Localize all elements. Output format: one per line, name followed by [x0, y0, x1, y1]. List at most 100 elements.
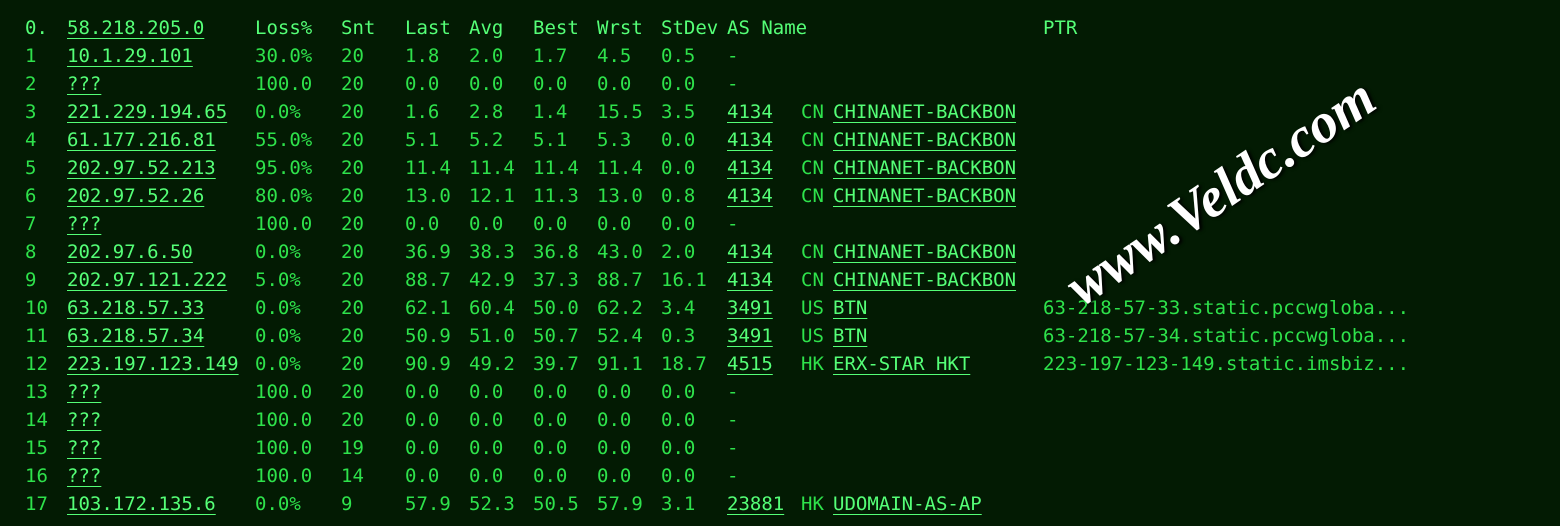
- cell-ptr: 223-197-123-149.static.imsbiz...: [1043, 350, 1535, 378]
- cell-loss: 5.0%: [255, 266, 341, 294]
- cell-host[interactable]: ???: [67, 462, 255, 490]
- cell-host[interactable]: ???: [67, 70, 255, 98]
- cell-host[interactable]: ???: [67, 378, 255, 406]
- cell-snt: 20: [341, 238, 405, 266]
- cell-asname[interactable]: CHINANET-BACKBON: [833, 98, 1043, 126]
- cell-best: 50.5: [533, 490, 597, 518]
- target-host[interactable]: 58.218.205.0: [67, 14, 255, 42]
- cell-host[interactable]: 63.218.57.33: [67, 294, 255, 322]
- cell-asname[interactable]: CHINANET-BACKBON: [833, 126, 1043, 154]
- cell-asnum[interactable]: 4134: [727, 98, 801, 126]
- cell-host[interactable]: 202.97.6.50: [67, 238, 255, 266]
- cell-ptr: [1043, 490, 1535, 518]
- cell-wrst: 5.3: [597, 126, 661, 154]
- cell-loss: 0.0%: [255, 98, 341, 126]
- cell-wrst: 4.5: [597, 42, 661, 70]
- cell-host[interactable]: 103.172.135.6: [67, 490, 255, 518]
- cell-hop: 7: [25, 210, 67, 238]
- cell-asnum[interactable]: 3491: [727, 322, 801, 350]
- cell-hop: 1: [25, 42, 67, 70]
- cell-cc: US: [801, 322, 833, 350]
- cell-best: 39.7: [533, 350, 597, 378]
- cell-asname[interactable]: CHINANET-BACKBON: [833, 182, 1043, 210]
- cell-asnum[interactable]: 4134: [727, 154, 801, 182]
- cell-hop: 3: [25, 98, 67, 126]
- cell-snt: 20: [341, 42, 405, 70]
- cell-host[interactable]: ???: [67, 406, 255, 434]
- hop-row: 3221.229.194.650.0%201.62.81.415.53.5413…: [25, 98, 1535, 126]
- cell-asnum[interactable]: 4134: [727, 126, 801, 154]
- cell-best: 11.3: [533, 182, 597, 210]
- cell-cc: US: [801, 294, 833, 322]
- cell-asname[interactable]: BTN: [833, 322, 1043, 350]
- cell-best: 1.4: [533, 98, 597, 126]
- cell-wrst: 11.4: [597, 154, 661, 182]
- hop-row: 8202.97.6.500.0%2036.938.336.843.02.0413…: [25, 238, 1535, 266]
- cell-host[interactable]: 202.97.121.222: [67, 266, 255, 294]
- cell-host[interactable]: 223.197.123.149: [67, 350, 255, 378]
- cell-asnum[interactable]: 4134: [727, 182, 801, 210]
- cell-last: 57.9: [405, 490, 469, 518]
- cell-loss: 100.0: [255, 70, 341, 98]
- cell-asname[interactable]: CHINANET-BACKBON: [833, 238, 1043, 266]
- cell-host[interactable]: ???: [67, 210, 255, 238]
- hop-row: 7???100.0200.00.00.00.00.0-: [25, 210, 1535, 238]
- cell-asname[interactable]: BTN: [833, 294, 1043, 322]
- cell-asname: -: [727, 462, 1043, 490]
- cell-hop: 17: [25, 490, 67, 518]
- cell-stdev: 0.0: [661, 126, 727, 154]
- hop-row: 17103.172.135.60.0%957.952.350.557.93.12…: [25, 490, 1535, 518]
- cell-wrst: 0.0: [597, 378, 661, 406]
- cell-avg: 0.0: [469, 378, 533, 406]
- cell-hop: 2: [25, 70, 67, 98]
- cell-host[interactable]: 202.97.52.213: [67, 154, 255, 182]
- cell-best: 0.0: [533, 70, 597, 98]
- hop-row: 1063.218.57.330.0%2062.160.450.062.23.43…: [25, 294, 1535, 322]
- cell-asnum[interactable]: 4134: [727, 266, 801, 294]
- cell-wrst: 57.9: [597, 490, 661, 518]
- cell-asname: -: [727, 406, 1043, 434]
- cell-ptr: [1043, 210, 1535, 238]
- cell-asname[interactable]: CHINANET-BACKBON: [833, 154, 1043, 182]
- cell-avg: 0.0: [469, 406, 533, 434]
- cell-avg: 0.0: [469, 210, 533, 238]
- hop-row: 13???100.0200.00.00.00.00.0-: [25, 378, 1535, 406]
- cell-stdev: 0.0: [661, 462, 727, 490]
- cell-asname[interactable]: CHINANET-BACKBON: [833, 266, 1043, 294]
- cell-asname: -: [727, 210, 1043, 238]
- cell-asname: -: [727, 434, 1043, 462]
- cell-host[interactable]: 10.1.29.101: [67, 42, 255, 70]
- cell-asnum[interactable]: 4134: [727, 238, 801, 266]
- cell-host[interactable]: 221.229.194.65: [67, 98, 255, 126]
- cell-asname[interactable]: UDOMAIN-AS-AP: [833, 490, 1043, 518]
- cell-hop: 15: [25, 434, 67, 462]
- cell-asname: -: [727, 378, 1043, 406]
- cell-host[interactable]: 202.97.52.26: [67, 182, 255, 210]
- cell-wrst: 43.0: [597, 238, 661, 266]
- cell-last: 62.1: [405, 294, 469, 322]
- cell-ptr: [1043, 182, 1535, 210]
- cell-last: 90.9: [405, 350, 469, 378]
- cell-asname[interactable]: ERX-STAR HKT: [833, 350, 1043, 378]
- cell-asnum[interactable]: 23881: [727, 490, 801, 518]
- hop-row: 16???100.0140.00.00.00.00.0-: [25, 462, 1535, 490]
- cell-asnum[interactable]: 3491: [727, 294, 801, 322]
- cell-host[interactable]: 61.177.216.81: [67, 126, 255, 154]
- cell-loss: 100.0: [255, 210, 341, 238]
- cell-wrst: 0.0: [597, 462, 661, 490]
- col-header-stdev: StDev: [661, 14, 727, 42]
- cell-loss: 0.0%: [255, 350, 341, 378]
- cell-stdev: 3.4: [661, 294, 727, 322]
- cell-ptr: [1043, 98, 1535, 126]
- cell-best: 1.7: [533, 42, 597, 70]
- cell-best: 50.0: [533, 294, 597, 322]
- cell-loss: 100.0: [255, 462, 341, 490]
- cell-last: 50.9: [405, 322, 469, 350]
- cell-host[interactable]: 63.218.57.34: [67, 322, 255, 350]
- cell-asnum[interactable]: 4515: [727, 350, 801, 378]
- cell-wrst: 62.2: [597, 294, 661, 322]
- cell-host[interactable]: ???: [67, 434, 255, 462]
- cell-cc: CN: [801, 266, 833, 294]
- cell-stdev: 3.1: [661, 490, 727, 518]
- cell-cc: CN: [801, 98, 833, 126]
